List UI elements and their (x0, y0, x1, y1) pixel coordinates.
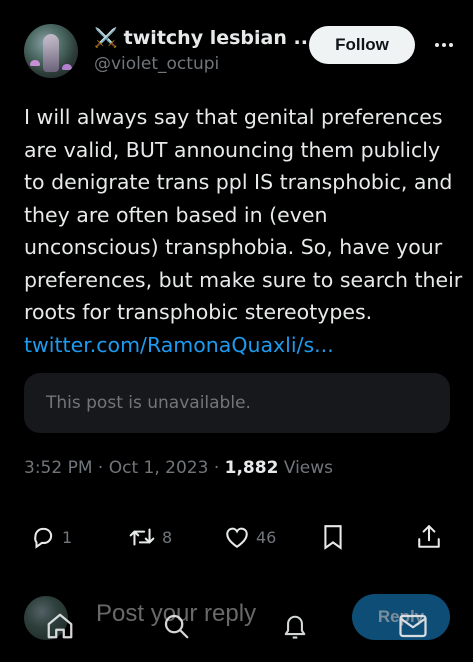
post-meta: 3:52 PM · Oct 1, 2023 · 1,882 Views (24, 458, 333, 478)
action-bar: 1 8 46 (24, 520, 450, 554)
home-icon[interactable] (42, 608, 78, 644)
more-dots-icon[interactable] (431, 32, 457, 58)
author-avatar[interactable] (24, 24, 78, 78)
post-header: ⚔️ twitchy lesbian ... @violet_octupi Fo… (24, 24, 457, 80)
post-date[interactable]: Oct 1, 2023 (109, 458, 209, 478)
follow-button[interactable]: Follow (309, 26, 415, 64)
repost-icon (128, 524, 156, 550)
bottom-nav (0, 600, 473, 662)
crossed-swords-emoji: ⚔️ (94, 27, 118, 49)
quoted-post-unavailable: This post is unavailable. (24, 373, 450, 433)
bell-icon[interactable] (277, 608, 313, 644)
repost-action[interactable]: 8 (128, 520, 172, 554)
share-icon[interactable] (417, 520, 441, 554)
views-label: Views (283, 458, 334, 478)
post-link[interactable]: twitter.com/RamonaQuaxli/s... (24, 329, 464, 362)
meta-separator: · (97, 458, 109, 478)
author-handle[interactable]: @violet_octupi (94, 54, 315, 74)
search-icon[interactable] (158, 608, 194, 644)
repost-count: 8 (162, 527, 173, 547)
envelope-icon[interactable] (395, 608, 431, 644)
bookmark-icon[interactable] (322, 520, 344, 554)
author-names: ⚔️ twitchy lesbian ... @violet_octupi (94, 26, 316, 75)
reply-bubble-icon (30, 524, 56, 550)
display-name-text: twitchy lesbian ... (123, 26, 316, 49)
like-action[interactable]: 46 (224, 520, 276, 554)
quote-text: This post is unavailable. (46, 393, 251, 413)
author-display-name[interactable]: ⚔️ twitchy lesbian ... (94, 26, 316, 50)
post-time[interactable]: 3:52 PM (24, 458, 93, 478)
reply-count: 1 (62, 527, 73, 547)
post-body: I will always say that genital preferenc… (24, 101, 464, 361)
post-text: I will always say that genital preferenc… (24, 105, 463, 324)
heart-icon (224, 525, 250, 549)
like-count: 46 (256, 527, 277, 547)
views-count: 1,882 (224, 458, 279, 478)
reply-action[interactable]: 1 (30, 520, 72, 554)
meta-separator: · (213, 458, 225, 478)
